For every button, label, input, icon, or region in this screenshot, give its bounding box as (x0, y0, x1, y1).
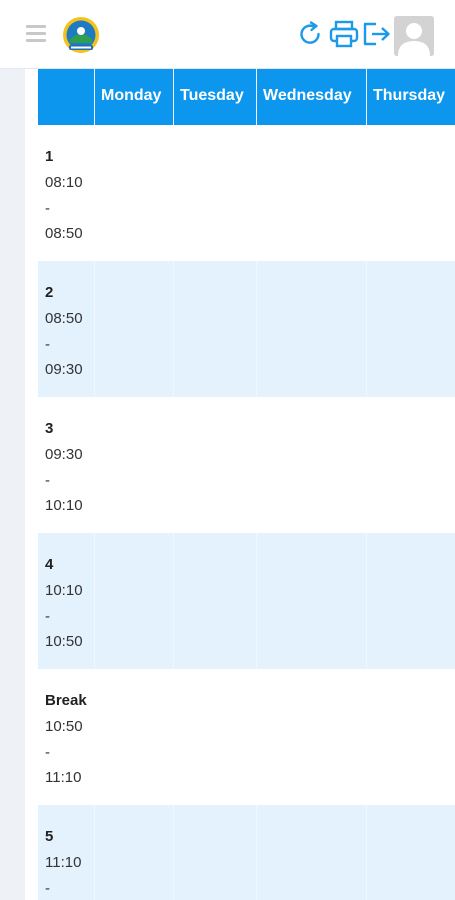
timetable-panel: Monday Tuesday Wednesday Thursday 1 08:1… (25, 69, 455, 900)
period-start: 11:10 (45, 854, 82, 871)
refresh-icon[interactable] (298, 20, 323, 47)
timetable-row: 5 11:10 - (38, 805, 455, 900)
period-cell: 3 09:30 - 10:10 (45, 416, 83, 519)
hamburger-menu-icon[interactable] (26, 25, 46, 43)
period-end: 10:50 (45, 633, 83, 650)
logout-icon[interactable] (362, 21, 392, 47)
period-sep: - (45, 743, 50, 761)
timetable-row: 3 09:30 - 10:10 (38, 397, 455, 533)
school-crest-logo (63, 17, 99, 53)
period-label: 2 (45, 284, 54, 301)
timetable: Monday Tuesday Wednesday Thursday 1 08:1… (38, 69, 455, 900)
top-bar (0, 0, 455, 69)
timetable-row: 2 08:50 - 09:30 (38, 261, 455, 397)
period-cell: 4 10:10 - 10:50 (45, 552, 83, 655)
period-sep: - (45, 335, 50, 353)
period-sep: - (45, 471, 50, 489)
timetable-row: 4 10:10 - 10:50 (38, 533, 455, 669)
period-label: 1 (45, 148, 54, 165)
timetable-row: 1 08:10 - 08:50 (38, 125, 455, 261)
period-cell: 2 08:50 - 09:30 (45, 280, 83, 383)
period-label: 4 (45, 556, 54, 573)
period-label: 3 (45, 420, 54, 437)
period-start: 08:50 (45, 310, 83, 327)
period-start: 10:10 (45, 582, 83, 599)
header-tuesday: Tuesday (180, 87, 244, 104)
header-monday: Monday (101, 87, 162, 104)
period-end: 10:10 (45, 497, 83, 514)
period-cell: Break 10:50 - 11:10 (45, 688, 87, 791)
period-start: 09:30 (45, 446, 83, 463)
period-label: Break (45, 692, 87, 709)
timetable-row: Break 10:50 - 11:10 (38, 669, 455, 805)
header-wednesday: Wednesday (263, 87, 352, 104)
timetable-header: Monday Tuesday Wednesday Thursday (38, 69, 455, 125)
printer-icon[interactable] (329, 20, 359, 48)
period-start: 10:50 (45, 718, 83, 735)
header-thursday: Thursday (373, 87, 446, 104)
header-period-cell (38, 69, 94, 125)
user-avatar-icon[interactable] (394, 16, 434, 56)
period-cell: 1 08:10 - 08:50 (45, 144, 83, 247)
period-label: 5 (45, 828, 54, 845)
period-end: 09:30 (45, 361, 83, 378)
period-sep: - (45, 879, 50, 897)
avatar-silhouette-icon (394, 16, 434, 56)
period-sep: - (45, 199, 50, 217)
period-start: 08:10 (45, 174, 83, 191)
period-end: 11:10 (45, 769, 82, 786)
period-cell: 5 11:10 - (45, 824, 81, 900)
period-sep: - (45, 607, 50, 625)
period-end: 08:50 (45, 225, 83, 242)
